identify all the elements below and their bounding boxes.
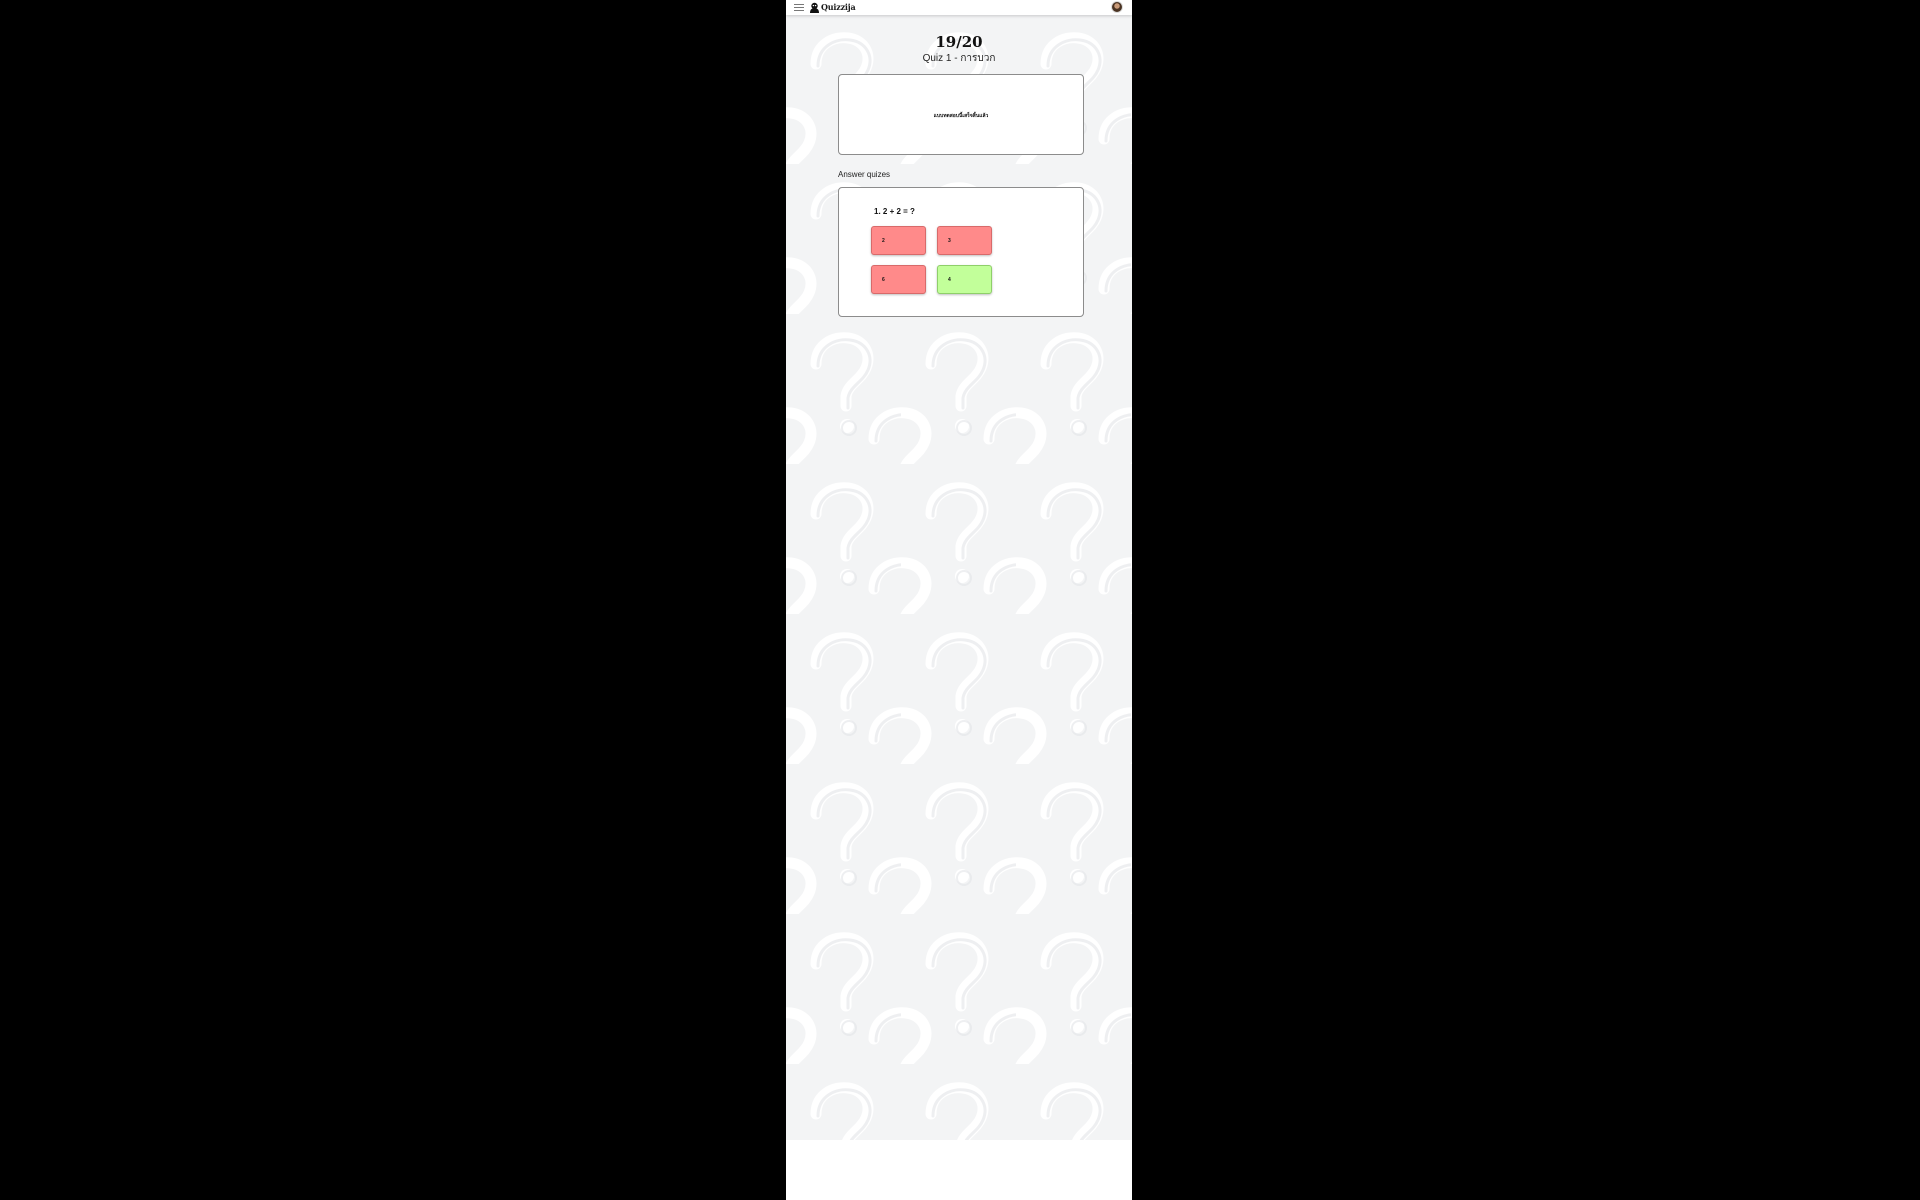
result-message: แบบทดสอบนี้เสร็จสิ้นแล้ว: [933, 113, 989, 119]
quiz-title: Quiz 1 - การบวก: [922, 53, 996, 64]
page-footer-blank: [786, 1140, 1132, 1200]
app-logo[interactable]: Quizzija: [809, 1, 856, 13]
user-avatar[interactable]: [1111, 1, 1123, 13]
mascot-icon: [810, 2, 819, 13]
hamburger-menu-icon[interactable]: [794, 4, 804, 11]
app-name: Quizzija: [821, 2, 856, 12]
choice-button-correct[interactable]: 4: [937, 265, 992, 294]
quiz-score: 19/20: [935, 33, 983, 51]
answers-card: 1. 2 + 2 = ? 2 3 6 4: [838, 187, 1084, 317]
question-mark-background: [786, 14, 1132, 1140]
choice-button-wrong[interactable]: 6: [871, 265, 926, 294]
choice-button-wrong[interactable]: 3: [937, 226, 992, 255]
result-card: แบบทดสอบนี้เสร็จสิ้นแล้ว: [838, 74, 1084, 155]
question-text: 1. 2 + 2 = ?: [874, 207, 915, 216]
top-navbar: Quizzija: [786, 0, 1132, 15]
app-viewport: Quizzija 19/20 Quiz 1 - การบวก แบบทดสอบน…: [786, 0, 1132, 1200]
choice-button-wrong[interactable]: 2: [871, 226, 926, 255]
answers-section-label: Answer quizes: [838, 170, 891, 179]
